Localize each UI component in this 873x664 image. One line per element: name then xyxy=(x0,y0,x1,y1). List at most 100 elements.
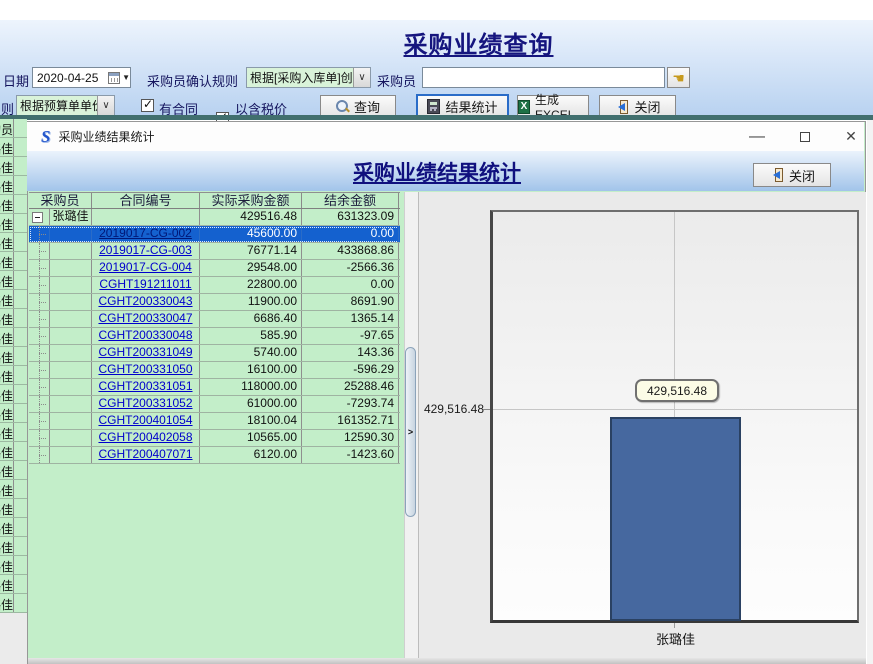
screen: 采购业绩查询 日期 2020-04-25 ▼ 采购员确认规则 根据[采购入库单]… xyxy=(0,0,873,664)
table-row[interactable]: 2019017-CG-00245600.000.00 xyxy=(29,226,400,243)
contract-cell[interactable]: CGHT200331050 xyxy=(92,362,200,378)
contract-link[interactable]: 2019017-CG-004 xyxy=(99,260,192,274)
table-row[interactable]: CGHT20033105261000.00-7293.74 xyxy=(29,396,400,413)
table-row[interactable]: CGHT2004070716120.00-1423.60 xyxy=(29,447,400,464)
contract-cell[interactable]: CGHT191211011 xyxy=(92,277,200,293)
buyer-input[interactable] xyxy=(422,67,665,88)
bg-strip-row: 张璐佳 xyxy=(0,214,27,233)
table-row[interactable]: CGHT200330048 585.90-97.65 xyxy=(29,328,400,345)
contract-cell[interactable]: CGHT200407071 xyxy=(92,447,200,463)
contract-link[interactable]: CGHT200407071 xyxy=(98,447,192,461)
table-row[interactable]: 2019017-CG-00376771.14433868.86 xyxy=(29,243,400,260)
table-row[interactable]: CGHT2003300476686.401365.14 xyxy=(29,311,400,328)
has-contract-checkbox[interactable]: ✓ xyxy=(141,99,154,112)
table-row[interactable]: 2019017-CG-00429548.00-2566.36 xyxy=(29,260,400,277)
col-buyer[interactable]: 采购员 xyxy=(29,193,92,208)
buyer-picker-button[interactable]: ☚ xyxy=(667,67,690,88)
balance-amount-cell: -97.65 xyxy=(302,328,399,344)
chart-bar[interactable] xyxy=(610,417,741,621)
tree-indent xyxy=(29,226,50,242)
bg-strip-row: 张璐佳 xyxy=(0,138,27,157)
divider xyxy=(0,115,873,120)
contract-link[interactable]: CGHT191211011 xyxy=(99,277,191,291)
splitter-handle[interactable]: > xyxy=(405,347,416,517)
balance-amount-cell: 1365.14 xyxy=(302,311,399,327)
actual-amount-cell: 585.90 xyxy=(200,328,302,344)
bg-strip-row: 张璐佳 xyxy=(0,423,27,442)
actual-amount-cell: 29548.00 xyxy=(200,260,302,276)
contract-cell[interactable]: CGHT200330043 xyxy=(92,294,200,310)
table-row[interactable]: CGHT200331051118000.0025288.46 xyxy=(29,379,400,396)
contract-link[interactable]: CGHT200331049 xyxy=(98,345,192,359)
chevron-down-icon[interactable]: ∨ xyxy=(353,68,370,87)
col-balance[interactable]: 结余金额 xyxy=(302,193,399,208)
table-row[interactable]: CGHT20040205810565.0012590.30 xyxy=(29,430,400,447)
buyer-rule-select[interactable]: 根据[采购入库单]创建人 ∨ xyxy=(246,67,371,88)
contract-link[interactable]: CGHT200331052 xyxy=(98,396,192,410)
maximize-button[interactable] xyxy=(785,122,825,151)
contract-link[interactable]: CGHT200330043 xyxy=(98,294,192,308)
table-row[interactable]: CGHT20040105418100.04161352.71 xyxy=(29,413,400,430)
tree-indent xyxy=(29,294,50,310)
main-window-title: 采购业绩查询 xyxy=(84,25,873,60)
date-input[interactable]: 2020-04-25 ▼ xyxy=(32,67,131,88)
actual-amount-cell: 6120.00 xyxy=(200,447,302,463)
actual-amount-cell: 18100.04 xyxy=(200,413,302,429)
close-window-button[interactable]: ✕ xyxy=(831,122,871,151)
contract-cell[interactable]: CGHT200331049 xyxy=(92,345,200,361)
dialog-bottom-edge xyxy=(28,658,866,664)
actual-amount-cell: 16100.00 xyxy=(200,362,302,378)
dialog-close-button[interactable]: 关闭 xyxy=(753,163,831,187)
group-row[interactable]: 张璐佳 429516.48 631323.09 xyxy=(29,209,400,226)
collapse-icon[interactable] xyxy=(32,212,43,223)
contract-link[interactable]: CGHT200331050 xyxy=(98,362,192,376)
table-row[interactable]: CGHT20033105016100.00-596.29 xyxy=(29,362,400,379)
buyer-label: 采购员 xyxy=(377,71,416,90)
x-axis-tick xyxy=(674,623,675,628)
contract-cell[interactable]: CGHT200330047 xyxy=(92,311,200,327)
contract-cell[interactable]: CGHT200331051 xyxy=(92,379,200,395)
col-actual[interactable]: 实际采购金额 xyxy=(200,193,302,208)
contract-cell[interactable]: 2019017-CG-004 xyxy=(92,260,200,276)
app-logo-icon: S xyxy=(41,127,50,147)
price-rule-select[interactable]: 根据预算单单价 ∨ xyxy=(16,95,115,116)
actual-amount-cell: 45600.00 xyxy=(200,226,302,242)
bg-strip-row: 张璐佳 xyxy=(0,366,27,385)
contract-link[interactable]: CGHT200331051 xyxy=(98,379,192,393)
contract-cell[interactable]: 2019017-CG-003 xyxy=(92,243,200,259)
contract-link[interactable]: CGHT200330048 xyxy=(98,328,192,342)
buyer-rule-label: 采购员确认规则 xyxy=(147,71,238,90)
contract-cell[interactable]: CGHT200330048 xyxy=(92,328,200,344)
contract-cell[interactable]: CGHT200402058 xyxy=(92,430,200,446)
main-close-label: 关闭 xyxy=(634,97,660,116)
balance-total-cell: 631323.09 xyxy=(302,209,399,225)
date-dropdown-icon[interactable]: ▼ xyxy=(122,73,130,82)
hand-pointer-icon: ☚ xyxy=(672,71,685,85)
contract-link[interactable]: CGHT200402058 xyxy=(98,430,192,444)
dialog-close-label: 关闭 xyxy=(789,166,815,185)
actual-amount-cell: 5740.00 xyxy=(200,345,302,361)
contract-cell[interactable]: CGHT200331052 xyxy=(92,396,200,412)
col-contract[interactable]: 合同编号 xyxy=(92,193,200,208)
table-row[interactable]: CGHT19121101122800.000.00 xyxy=(29,277,400,294)
contract-link[interactable]: CGHT200330047 xyxy=(98,311,192,325)
calendar-icon[interactable] xyxy=(108,72,120,84)
bg-strip-row: 张璐佳 xyxy=(0,556,27,575)
bg-strip-row: 张璐佳 xyxy=(0,252,27,271)
contract-link[interactable]: CGHT200401054 xyxy=(98,413,192,427)
bg-strip-row: 张璐佳 xyxy=(0,271,27,290)
minimize-button[interactable]: — xyxy=(737,122,777,151)
contract-cell[interactable]: 2019017-CG-002 xyxy=(92,226,200,242)
table-row[interactable]: CGHT2003310495740.00143.36 xyxy=(29,345,400,362)
bg-strip-row: 张璐佳 xyxy=(0,594,27,613)
buyer-cell xyxy=(50,430,92,446)
excel-icon: X xyxy=(518,100,530,114)
expand-cell[interactable] xyxy=(29,209,50,225)
chevron-down-icon[interactable]: ∨ xyxy=(97,96,114,115)
contract-cell[interactable]: CGHT200401054 xyxy=(92,413,200,429)
table-row[interactable]: CGHT20033004311900.008691.90 xyxy=(29,294,400,311)
contract-link[interactable]: 2019017-CG-002 xyxy=(99,226,192,240)
contract-link[interactable]: 2019017-CG-003 xyxy=(99,243,192,257)
bg-left-strip-tail xyxy=(0,613,27,664)
maximize-icon xyxy=(800,132,810,142)
